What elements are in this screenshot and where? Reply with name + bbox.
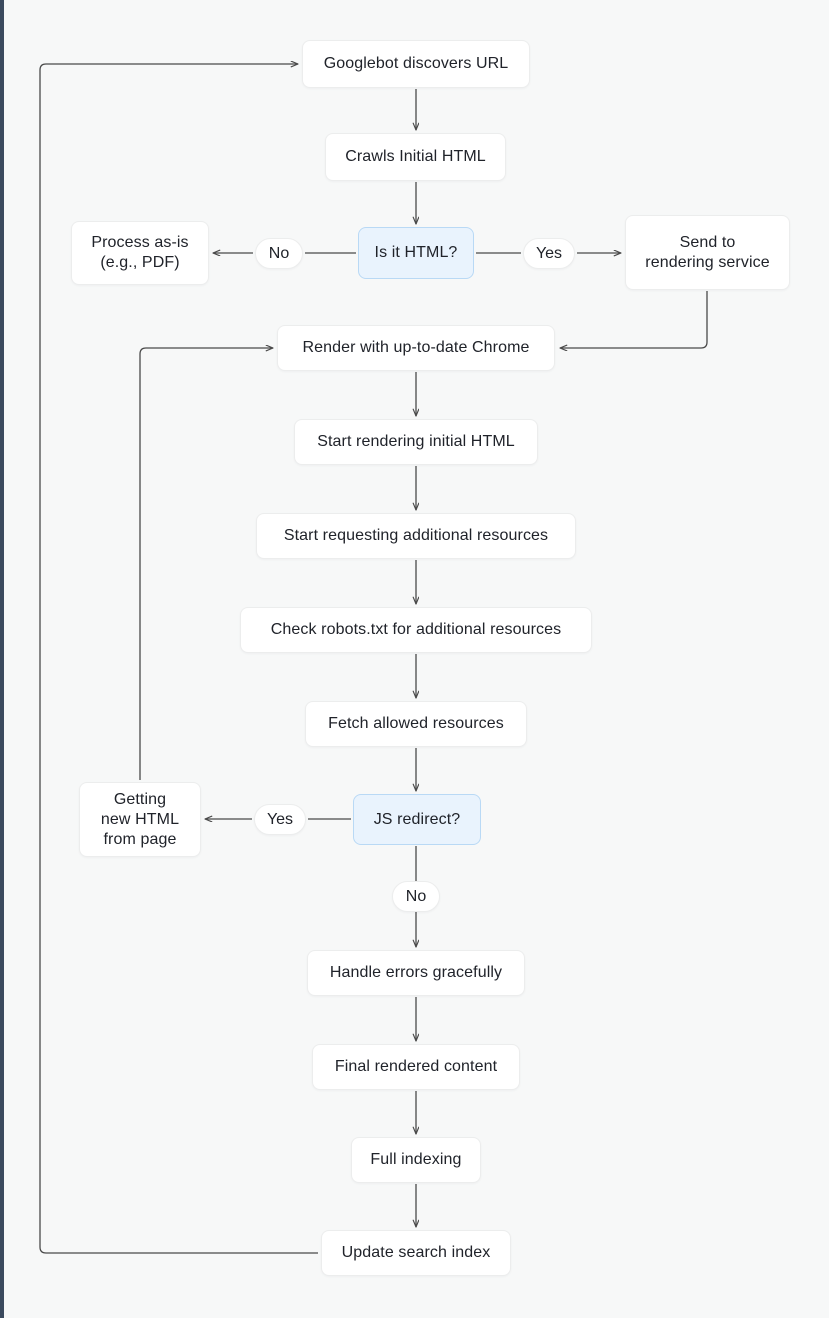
node-full-indexing[interactable]: Full indexing bbox=[351, 1137, 481, 1183]
edge-label-no-js-redirect: No bbox=[392, 881, 440, 912]
node-label: Getting new HTML from page bbox=[100, 790, 180, 848]
edge-label-text: Yes bbox=[535, 244, 563, 262]
node-final-rendered-content[interactable]: Final rendered content bbox=[312, 1044, 520, 1090]
edge-label-text: No bbox=[405, 887, 427, 905]
edge-sendrender-renderchrome bbox=[560, 291, 708, 348]
node-label: Is it HTML? bbox=[374, 244, 458, 261]
edge-label-yes-is-it-html: Yes bbox=[523, 238, 575, 269]
node-label: Check robots.txt for additional resource… bbox=[270, 621, 562, 638]
node-send-to-rendering-service[interactable]: Send to rendering service bbox=[625, 215, 790, 290]
node-start-requesting-additional-resources[interactable]: Start requesting additional resources bbox=[256, 513, 576, 559]
node-label: Crawls Initial HTML bbox=[345, 148, 486, 165]
node-googlebot-discovers-url[interactable]: Googlebot discovers URL bbox=[302, 40, 530, 88]
node-label: Fetch allowed resources bbox=[328, 715, 504, 732]
node-label: Start requesting additional resources bbox=[283, 527, 549, 544]
edge-label-yes-js-redirect: Yes bbox=[254, 804, 306, 835]
node-handle-errors-gracefully[interactable]: Handle errors gracefully bbox=[307, 950, 525, 996]
node-is-it-html-decision[interactable]: Is it HTML? bbox=[358, 227, 474, 279]
node-getting-new-html-from-page[interactable]: Getting new HTML from page bbox=[79, 782, 201, 857]
left-edge-rail bbox=[0, 0, 4, 1318]
node-label: JS redirect? bbox=[373, 810, 461, 828]
node-check-robots-txt[interactable]: Check robots.txt for additional resource… bbox=[240, 607, 592, 653]
node-label: Start rendering initial HTML bbox=[317, 433, 515, 450]
node-crawls-initial-html[interactable]: Crawls Initial HTML bbox=[325, 133, 506, 181]
edge-gettinghtml-loop bbox=[139, 348, 273, 780]
node-label: Send to rendering service bbox=[645, 233, 770, 271]
node-render-with-chrome[interactable]: Render with up-to-date Chrome bbox=[277, 325, 555, 371]
node-label: Update search index bbox=[341, 1244, 491, 1261]
flowchart-canvas: Googlebot discovers URL Crawls Initial H… bbox=[0, 0, 829, 1318]
node-js-redirect-decision[interactable]: JS redirect? bbox=[353, 794, 481, 845]
node-label: Googlebot discovers URL bbox=[323, 55, 509, 72]
node-start-rendering-initial-html[interactable]: Start rendering initial HTML bbox=[294, 419, 538, 465]
node-label: Handle errors gracefully bbox=[329, 964, 503, 981]
edge-layer bbox=[39, 0, 708, 1254]
edge-label-text: No bbox=[268, 244, 290, 262]
node-label: Final rendered content bbox=[334, 1058, 498, 1075]
node-label: Render with up-to-date Chrome bbox=[302, 339, 530, 356]
node-update-search-index[interactable]: Update search index bbox=[321, 1230, 511, 1276]
edge-label-text: Yes bbox=[266, 810, 294, 828]
node-fetch-allowed-resources[interactable]: Fetch allowed resources bbox=[305, 701, 527, 747]
edge-label-no-is-it-html: No bbox=[255, 238, 303, 269]
node-label: Full indexing bbox=[370, 1151, 462, 1168]
node-label: Process as-is (e.g., PDF) bbox=[91, 234, 189, 271]
node-process-as-is[interactable]: Process as-is (e.g., PDF) bbox=[71, 221, 209, 285]
